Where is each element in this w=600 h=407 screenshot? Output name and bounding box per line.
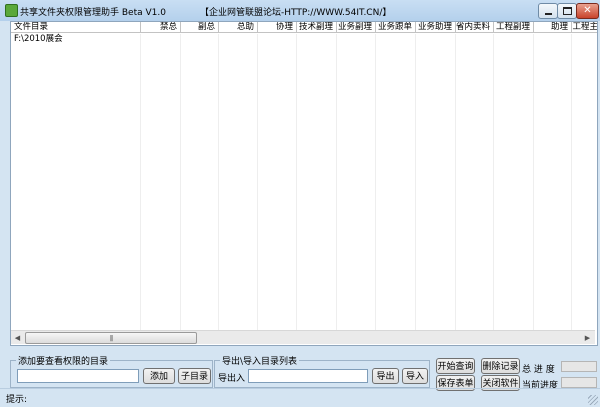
close-icon: ✕ [583,5,592,16]
add-button[interactable]: 添加 [143,368,175,384]
column-grid-line [375,34,376,330]
scroll-left-icon[interactable]: ◀ [11,332,24,343]
column-header[interactable]: 业务助理 [416,22,456,33]
column-header[interactable]: 副总 [181,22,219,33]
scroll-right-icon[interactable]: ▶ [581,332,594,343]
column-header[interactable]: 技术副理 [297,22,337,33]
status-bar: 提示: [0,388,600,407]
directory-path-cell: F:\2010展会 [14,34,63,44]
forum-banner: 【企业网管联盟论坛-HTTP://WWW.54IT.CN/】 [200,8,392,18]
status-hint: 提示: [6,395,28,405]
delete-record-button[interactable]: 删除记录 [481,358,520,374]
add-directory-group: 添加要查看权限的目录 添加 子目录 [10,354,213,388]
column-grid-line [257,34,258,330]
column-grid-line [180,34,181,330]
column-header[interactable]: 文件目录 [11,22,141,33]
column-grid-line [336,34,337,330]
list-header: 文件目录 禁总 副总 总助 协理 技术副理 业务副理 业务跟单 业务助理 省内卖料 工程副理 助理 工程… [11,22,597,34]
export-button[interactable]: 导出 [372,368,399,384]
column-grid-line [296,34,297,330]
column-grid-line [571,34,572,330]
import-button[interactable]: 导入 [402,368,428,384]
column-grid-line [415,34,416,330]
scroll-thumb[interactable]: ||| [25,332,197,344]
current-progress-bar [561,377,597,388]
export-import-group: 导出\导入目录列表 导出入 导出 导入 [214,354,430,388]
resize-grip-icon[interactable] [588,395,598,405]
column-header[interactable]: 工程副理 [494,22,534,33]
column-grid-line [493,34,494,330]
app-icon [5,4,18,17]
minimize-icon [544,12,552,15]
column-header[interactable]: 省内卖料 [456,22,494,33]
column-header[interactable]: 业务副理 [337,22,376,33]
column-header[interactable]: 助理 [534,22,572,33]
title-bar: 共享文件夹权限管理助手 Beta V1.0 【企业网管联盟论坛-HTTP://W… [0,0,600,21]
table-row[interactable]: F:\2010展会 [11,34,597,45]
total-progress-bar [561,361,597,372]
maximize-icon [562,7,572,15]
maximize-button[interactable] [557,3,577,19]
total-progress-label: 总 进 度 [522,365,555,375]
column-grid-line [218,34,219,330]
column-grid-line [140,34,141,330]
directory-path-input[interactable] [17,369,139,383]
subdirectory-button[interactable]: 子目录 [178,368,211,384]
column-header[interactable]: 业务跟单 [376,22,416,33]
column-header[interactable]: 协理 [258,22,297,33]
close-button[interactable]: ✕ [576,3,599,19]
add-directory-group-title: 添加要查看权限的目录 [16,354,111,367]
column-grid-line [455,34,456,330]
column-header[interactable]: 工程主 [572,22,597,33]
column-header[interactable]: 禁总 [141,22,181,33]
export-import-label: 导出入 [218,374,246,384]
horizontal-scrollbar[interactable]: ◀ ||| ▶ [11,330,595,344]
column-grid-line [533,34,534,330]
minimize-button[interactable] [538,3,558,19]
start-query-button[interactable]: 开始查询 [436,358,475,374]
export-import-group-title: 导出\导入目录列表 [220,354,300,367]
column-header[interactable]: 总助 [219,22,258,33]
window-title: 共享文件夹权限管理助手 Beta V1.0 [20,8,166,18]
permission-list[interactable]: 文件目录 禁总 副总 总助 协理 技术副理 业务副理 业务跟单 业务助理 省内卖料 工程副理 助理 工程… [10,21,598,346]
export-path-input[interactable] [248,369,368,383]
